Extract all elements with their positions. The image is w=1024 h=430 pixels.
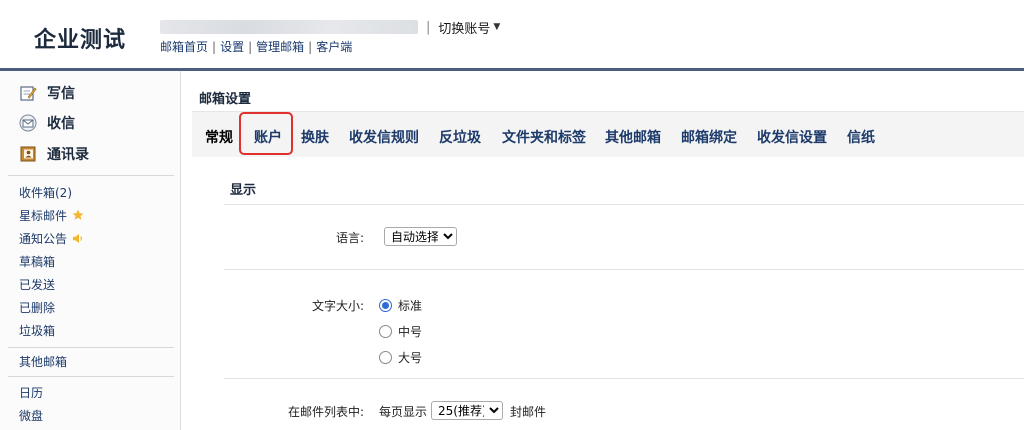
- radio-checked: [379, 299, 392, 312]
- folder-trash-label: 垃圾箱: [19, 323, 56, 338]
- font-size-large-label: 大号: [398, 351, 423, 365]
- star-icon: [72, 209, 84, 221]
- sidebar-divider: [8, 175, 174, 176]
- compose-label: 写信: [47, 86, 75, 102]
- folder-inbox[interactable]: 收件箱(2): [19, 184, 72, 200]
- company-logo: 企业测试: [34, 28, 127, 53]
- address-book-label: 通讯录: [47, 147, 89, 163]
- account-row: | 切换账号 ▼: [160, 17, 500, 37]
- tab-mail-rules[interactable]: 收发信规则: [349, 127, 419, 147]
- folder-inbox-label: 收件箱(2): [19, 185, 72, 200]
- settings-tabs: 常规 账户 换肤 收发信规则 反垃圾 文件夹和标签 其他邮箱 邮箱绑定 收发信设…: [192, 111, 1024, 157]
- app-calendar-label: 日历: [19, 385, 44, 400]
- tab-send-receive-settings[interactable]: 收发信设置: [757, 127, 827, 147]
- language-select[interactable]: 自动选择: [384, 227, 457, 246]
- font-size-standard-label: 标准: [398, 299, 423, 313]
- per-page-select[interactable]: 25(推荐): [431, 401, 503, 420]
- account-separator: |: [426, 19, 431, 35]
- section-divider: [224, 204, 1024, 205]
- folder-notices[interactable]: 通知公告: [19, 230, 84, 246]
- speaker-icon: [72, 233, 84, 244]
- sidebar: 写信 收信 通讯录 收件箱(2) 星标邮件 通知公告 草稿箱 已发送 已删除 垃…: [0, 71, 181, 430]
- page-title: 邮箱设置: [199, 92, 252, 107]
- folder-drafts[interactable]: 草稿箱: [19, 253, 55, 269]
- link-manage-mailbox[interactable]: 管理邮箱: [256, 38, 304, 55]
- radio-unchecked: [379, 325, 392, 338]
- sidebar-divider: [8, 347, 174, 348]
- link-separator: |: [212, 39, 217, 54]
- receive-button[interactable]: 收信: [18, 110, 75, 136]
- link-mail-home[interactable]: 邮箱首页: [160, 38, 208, 55]
- row-divider: [224, 378, 1024, 379]
- row-divider: [224, 269, 1024, 270]
- tab-anti-spam[interactable]: 反垃圾: [439, 127, 481, 147]
- switch-account-button[interactable]: 切换账号 ▼: [438, 18, 500, 37]
- tab-folders-labels[interactable]: 文件夹和标签: [502, 127, 586, 147]
- link-settings[interactable]: 设置: [220, 38, 244, 55]
- settings-main: 邮箱设置 常规 账户 换肤 收发信规则 反垃圾 文件夹和标签 其他邮箱 邮箱绑定…: [182, 71, 1024, 430]
- app-calendar[interactable]: 日历: [19, 384, 43, 400]
- folder-sent-label: 已发送: [19, 277, 56, 292]
- folder-deleted-label: 已删除: [19, 300, 56, 315]
- header-links: 邮箱首页 | 设置 | 管理邮箱 | 客户端: [160, 38, 352, 55]
- tab-mailbox-binding[interactable]: 邮箱绑定: [681, 127, 737, 147]
- section-title-display: 显示: [230, 183, 257, 198]
- tab-stationery[interactable]: 信纸: [847, 127, 875, 147]
- compose-button[interactable]: 写信: [18, 80, 75, 106]
- folder-deleted[interactable]: 已删除: [19, 299, 55, 315]
- font-size-label: 文字大小:: [311, 299, 364, 313]
- inbox-icon: [18, 113, 38, 133]
- font-size-standard-radio[interactable]: 标准: [379, 297, 422, 314]
- per-page-prefix: 每页显示: [379, 405, 428, 419]
- caret-down-icon: ▼: [493, 22, 501, 32]
- address-book-button[interactable]: 通讯录: [18, 141, 89, 167]
- tab-skin[interactable]: 换肤: [301, 127, 329, 147]
- mail-list-label: 在邮件列表中:: [287, 405, 364, 419]
- radio-unchecked: [379, 351, 392, 364]
- tab-account[interactable]: 账户: [254, 127, 282, 147]
- folder-sent[interactable]: 已发送: [19, 276, 55, 292]
- settings-content: 显示 语言: 自动选择 文字大小: 标准 中号 大号 在邮件列表中: 每页显示 …: [224, 158, 1024, 430]
- app-drive[interactable]: 微盘: [19, 407, 43, 423]
- link-separator: |: [308, 39, 313, 54]
- per-page-suffix: 封邮件: [510, 405, 547, 419]
- top-header: 企业测试 | 切换账号 ▼ 邮箱首页 | 设置 | 管理邮箱 | 客户端: [0, 0, 1024, 68]
- folder-trash[interactable]: 垃圾箱: [19, 322, 55, 338]
- font-size-large-radio[interactable]: 大号: [379, 349, 422, 366]
- compose-icon: [18, 83, 38, 103]
- receive-label: 收信: [47, 116, 75, 132]
- other-mailboxes-label: 其他邮箱: [19, 354, 68, 369]
- app-drive-label: 微盘: [19, 408, 44, 423]
- sidebar-divider: [8, 376, 174, 377]
- switch-account-label: 切换账号: [438, 21, 491, 37]
- folder-notices-label: 通知公告: [19, 231, 68, 246]
- font-size-medium-label: 中号: [398, 325, 423, 339]
- other-mailboxes-link[interactable]: 其他邮箱: [19, 353, 67, 369]
- tab-other-mailboxes[interactable]: 其他邮箱: [605, 127, 661, 147]
- link-client[interactable]: 客户端: [316, 38, 352, 55]
- tab-general[interactable]: 常规: [205, 127, 233, 147]
- folder-starred[interactable]: 星标邮件: [19, 207, 84, 223]
- font-size-medium-radio[interactable]: 中号: [379, 323, 422, 340]
- folder-starred-label: 星标邮件: [19, 208, 68, 223]
- language-label: 语言:: [335, 231, 364, 245]
- link-separator: |: [248, 39, 253, 54]
- account-email-blurred: [160, 20, 418, 34]
- address-book-icon: [18, 144, 38, 164]
- folder-drafts-label: 草稿箱: [19, 254, 56, 269]
